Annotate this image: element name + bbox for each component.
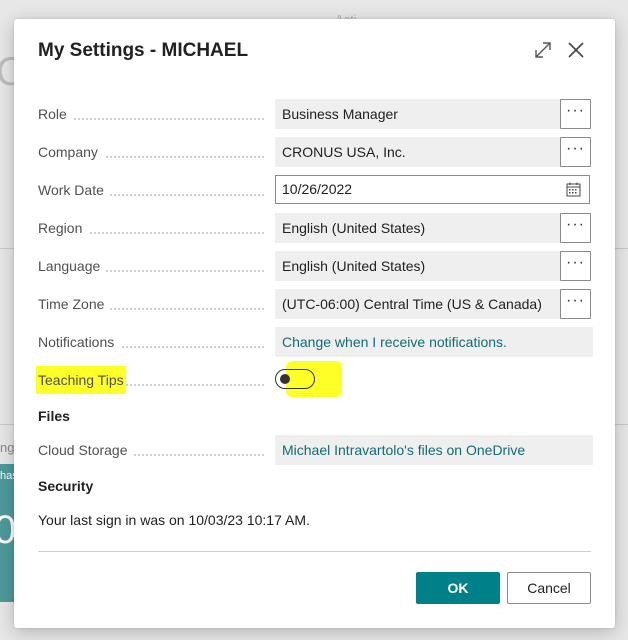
security-heading: Security bbox=[38, 478, 94, 494]
work-date-row: Work Date 10/26/2022 bbox=[38, 175, 591, 205]
company-row: Company CRONUS USA, Inc. ··· bbox=[38, 137, 591, 167]
cloud-storage-link[interactable]: Michael Intravartolo's files on OneDrive bbox=[275, 435, 593, 465]
cancel-button[interactable]: Cancel bbox=[507, 572, 591, 604]
role-field[interactable]: Business Manager bbox=[275, 99, 563, 129]
company-field[interactable]: CRONUS USA, Inc. bbox=[275, 137, 563, 167]
company-more-button[interactable]: ··· bbox=[560, 137, 591, 167]
notifications-link[interactable]: Change when I receive notifications. bbox=[275, 327, 593, 357]
close-icon[interactable] bbox=[564, 38, 588, 62]
language-more-button[interactable]: ··· bbox=[560, 251, 591, 281]
language-field[interactable]: English (United States) bbox=[275, 251, 563, 281]
region-field[interactable]: English (United States) bbox=[275, 213, 563, 243]
toggle-knob bbox=[280, 374, 290, 384]
language-row: Language English (United States) ··· bbox=[38, 251, 591, 281]
last-sign-in-text: Your last sign in was on 10/03/23 10:17 … bbox=[38, 512, 310, 528]
language-label: Language bbox=[38, 251, 107, 281]
role-row: Role Business Manager ··· bbox=[38, 99, 591, 129]
teaching-tips-label: Teaching Tips bbox=[38, 372, 124, 388]
region-row: Region English (United States) ··· bbox=[38, 213, 591, 243]
cloud-storage-label: Cloud Storage bbox=[38, 435, 134, 465]
time-zone-row: Time Zone (UTC-06:00) Central Time (US &… bbox=[38, 289, 591, 319]
work-date-input[interactable]: 10/26/2022 bbox=[275, 175, 590, 204]
footer-divider bbox=[38, 551, 591, 552]
region-more-button[interactable]: ··· bbox=[560, 213, 591, 243]
background-side-text: ng bbox=[0, 440, 15, 455]
dialog-title: My Settings - MICHAEL bbox=[38, 40, 249, 61]
time-zone-more-button[interactable]: ··· bbox=[560, 289, 591, 319]
calendar-icon[interactable] bbox=[566, 182, 581, 197]
time-zone-label: Time Zone bbox=[38, 289, 111, 319]
notifications-label: Notifications bbox=[38, 327, 121, 357]
work-date-value: 10/26/2022 bbox=[282, 181, 353, 197]
expand-icon[interactable] bbox=[532, 39, 554, 61]
ok-button[interactable]: OK bbox=[416, 572, 500, 604]
time-zone-field[interactable]: (UTC-06:00) Central Time (US & Canada) bbox=[275, 289, 563, 319]
cloud-storage-row: Cloud Storage Michael Intravartolo's fil… bbox=[38, 435, 593, 465]
teaching-tips-row: Teaching Tips bbox=[36, 361, 591, 397]
company-label: Company bbox=[38, 137, 104, 167]
my-settings-dialog: My Settings - MICHAEL Role Business Mana… bbox=[14, 19, 615, 628]
teaching-tips-toggle[interactable] bbox=[275, 369, 315, 389]
notifications-row: Notifications Change when I receive noti… bbox=[38, 327, 593, 357]
work-date-label: Work Date bbox=[38, 175, 110, 205]
files-heading: Files bbox=[38, 408, 70, 424]
role-label: Role bbox=[38, 99, 73, 129]
role-more-button[interactable]: ··· bbox=[560, 99, 591, 129]
region-label: Region bbox=[38, 213, 89, 243]
